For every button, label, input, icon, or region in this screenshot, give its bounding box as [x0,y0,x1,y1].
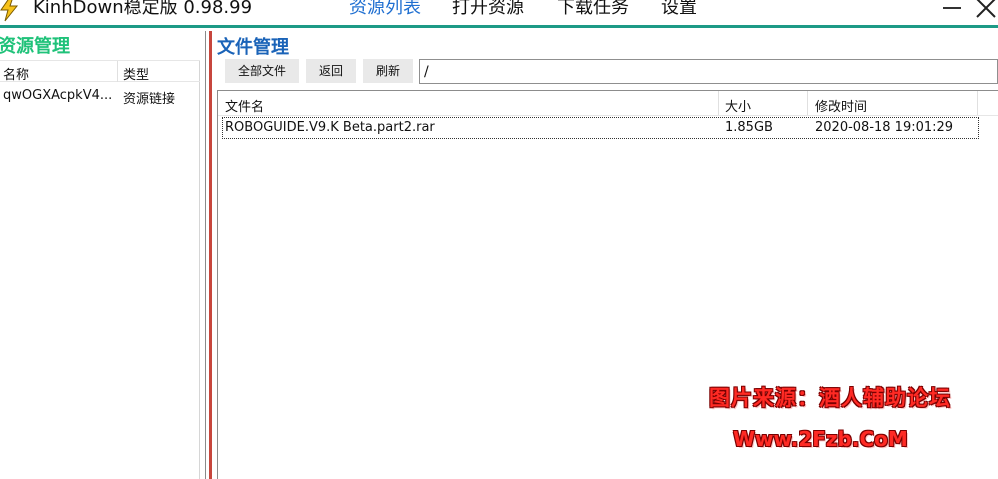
file-name: ROBOGUIDE.V9.K Beta.part2.rar [225,120,435,135]
panel-splitter[interactable] [209,31,212,479]
column-header-filename[interactable]: 文件名 [225,96,264,115]
file-modified: 2020-08-18 19:01:29 [815,120,954,135]
resource-row[interactable]: qwOGXAcpkV4... 资源链接 [0,85,200,107]
close-icon[interactable] [974,0,998,20]
right-panel-title: 文件管理 [217,37,289,58]
tab-settings[interactable]: 设置 [661,0,697,21]
app-title: KinhDown稳定版 0.98.99 [33,0,253,18]
resource-name: qwOGXAcpkV4... [3,88,113,103]
tab-open-resource[interactable]: 打开资源 [452,0,524,21]
title-bar-divider [0,25,998,28]
back-button[interactable]: 返回 [306,59,356,83]
left-panel-title: 资源管理 [0,36,70,57]
resource-type: 资源链接 [123,92,176,107]
lightning-bolt-icon [0,0,22,22]
watermark-source: 图片来源：酒人辅助论坛 [709,386,951,410]
tab-download-tasks[interactable]: 下载任务 [557,0,629,21]
watermark-url: Www.2Fzb.CoM [733,427,908,451]
panel-splitter-edge [205,31,206,479]
title-bar: KinhDown稳定版 0.98.99 资源列表 打开资源 下载任务 设置 [0,0,998,28]
column-header-name[interactable]: 名称 [3,64,29,83]
path-input[interactable] [419,59,998,84]
file-row[interactable]: ROBOGUIDE.V9.K Beta.part2.rar 1.85GB 202… [222,117,979,139]
column-header-type[interactable]: 类型 [123,64,149,83]
all-files-button[interactable]: 全部文件 [225,59,299,83]
column-divider[interactable] [807,91,808,115]
file-table: 文件名 大小 修改时间 ROBOGUIDE.V9.K Beta.part2.ra… [217,90,998,479]
resource-table: 名称 类型 qwOGXAcpkV4... 资源链接 [0,60,200,479]
refresh-button[interactable]: 刷新 [363,59,413,83]
column-divider[interactable] [117,61,118,82]
file-size: 1.85GB [725,120,773,135]
column-header-modified[interactable]: 修改时间 [815,96,867,115]
file-table-header: 文件名 大小 修改时间 [218,91,998,116]
minimize-icon[interactable] [940,0,966,20]
column-header-size[interactable]: 大小 [725,96,751,115]
resource-table-header: 名称 类型 [0,60,200,83]
column-divider[interactable] [977,91,978,115]
tab-resource-list[interactable]: 资源列表 [349,0,421,21]
column-divider[interactable] [718,91,719,115]
